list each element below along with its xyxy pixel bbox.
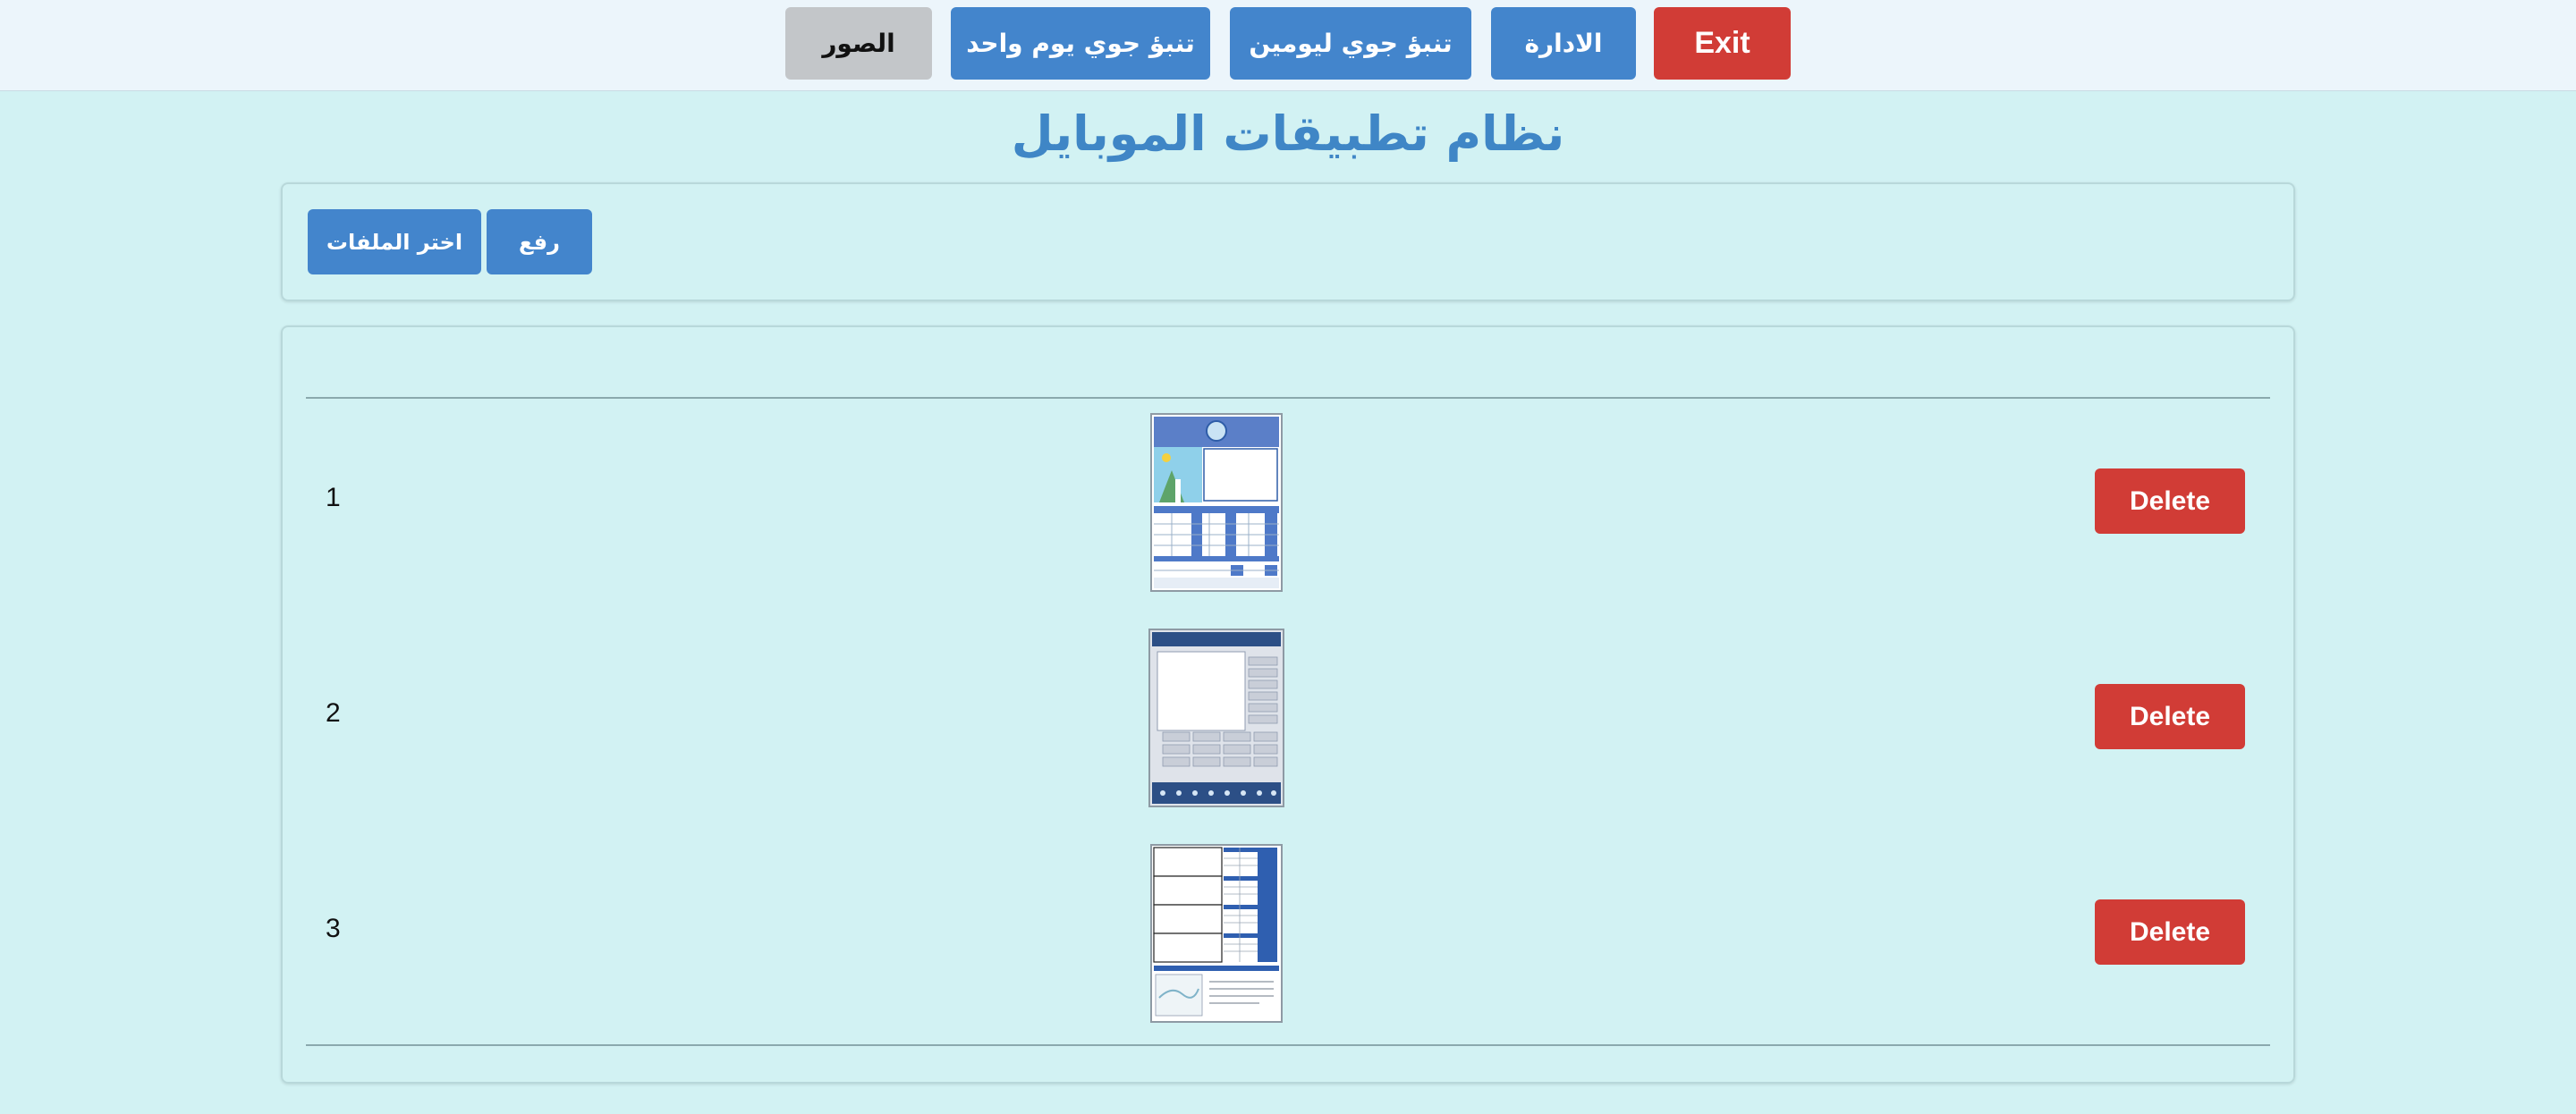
- table-row: 1 Delete: [283, 413, 2293, 592]
- choose-files-button[interactable]: اختر الملفات: [308, 209, 481, 274]
- table-top-divider: [306, 397, 2270, 399]
- delete-button[interactable]: Delete: [2095, 684, 2245, 749]
- image-thumbnail[interactable]: [1148, 629, 1284, 807]
- delete-button[interactable]: Delete: [2095, 468, 2245, 534]
- exit-button[interactable]: Exit: [1654, 7, 1791, 80]
- delete-button[interactable]: Delete: [2095, 899, 2245, 965]
- files-panel: 1 Delete 2 Delete 3 Delete: [281, 325, 2295, 1084]
- weather-forecast-table-thumbnail-icon: [1152, 415, 1281, 590]
- upload-panel: رفع اختر الملفات: [281, 182, 2295, 301]
- row-index: 1: [326, 483, 341, 512]
- nav-forecast-one-day-button[interactable]: تنبؤ جوي يوم واحد: [951, 7, 1210, 80]
- table-row: 2 Delete: [283, 629, 2293, 807]
- table-bottom-divider: [306, 1044, 2270, 1046]
- image-thumbnail[interactable]: [1150, 844, 1283, 1023]
- row-index: 3: [326, 914, 341, 943]
- top-navigation-bar: الصور تنبؤ جوي يوم واحد تنبؤ جوي ليومين …: [0, 0, 2576, 91]
- nav-forecast-two-days-button[interactable]: تنبؤ جوي ليومين: [1230, 7, 1471, 80]
- nav-images-button[interactable]: الصور: [785, 7, 932, 80]
- upload-button[interactable]: رفع: [487, 209, 592, 274]
- forecast-form-thumbnail-icon: [1150, 630, 1283, 806]
- forecast-grid-thumbnail-icon: [1152, 846, 1281, 1021]
- image-thumbnail[interactable]: [1150, 413, 1283, 592]
- page-title: نظام تطبيقات الموبايل: [1011, 105, 1565, 162]
- row-index: 2: [326, 698, 341, 728]
- nav-admin-button[interactable]: الادارة: [1491, 7, 1636, 80]
- table-row: 3 Delete: [283, 844, 2293, 1023]
